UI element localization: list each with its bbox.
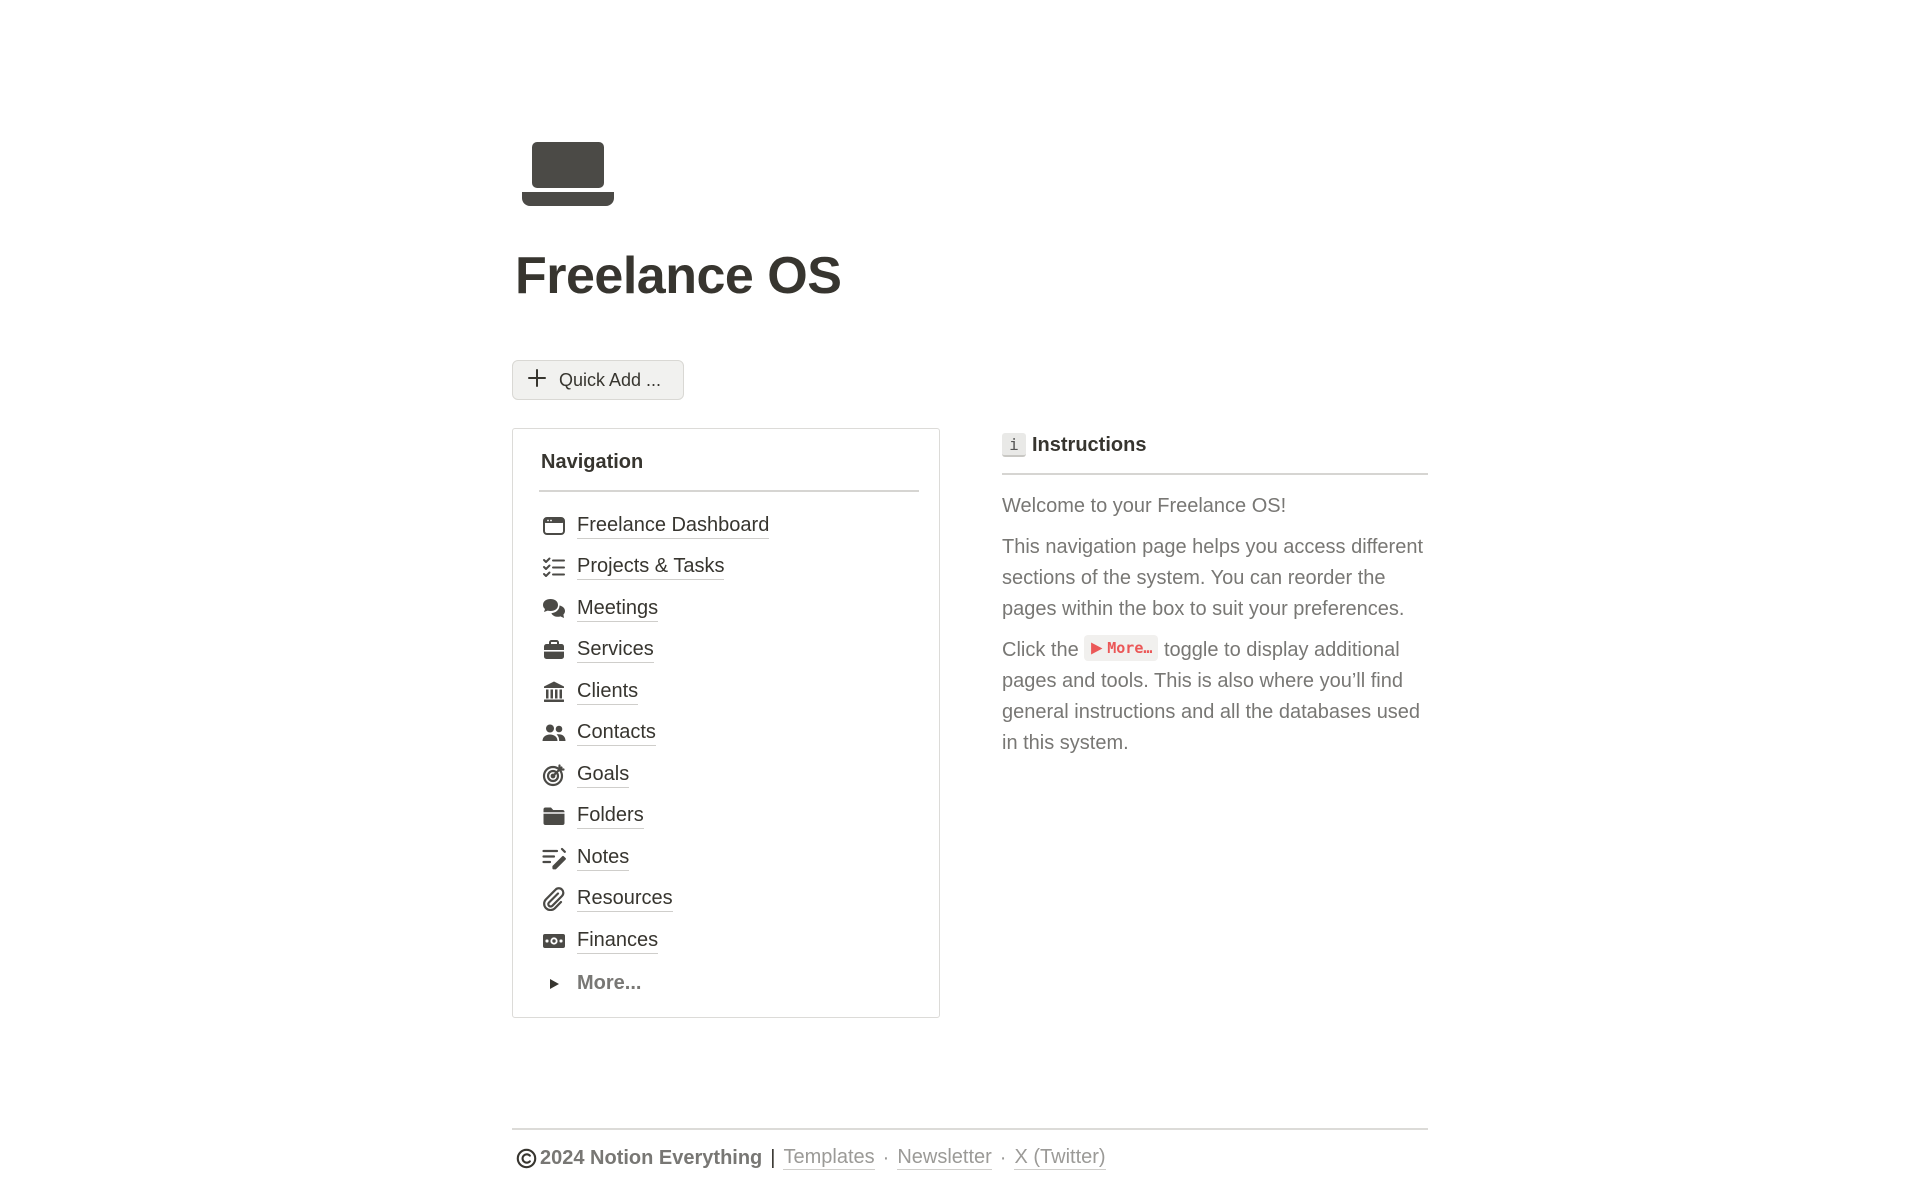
banknote-icon (541, 928, 567, 954)
more-toggle[interactable]: More... (541, 963, 769, 1005)
nav-item-label: Finances (577, 928, 659, 954)
laptop-icon[interactable] (522, 140, 614, 210)
instructions-header: i Instructions (1002, 428, 1428, 462)
nav-item-label: Services (577, 637, 654, 664)
instructions-welcome: Welcome to your Freelance OS! (1002, 494, 1287, 517)
people-icon (541, 720, 567, 746)
inline-code-more: More… (1084, 635, 1159, 661)
nav-item-label: Contacts (577, 720, 656, 747)
nav-item-projects-tasks[interactable]: Projects & Tasks (541, 547, 769, 589)
instructions-paragraph: Click the More… toggle to display additi… (1002, 635, 1428, 759)
checklist-icon (541, 554, 567, 580)
navigation-heading: Navigation (541, 451, 644, 473)
footer-separator: | (770, 1146, 776, 1169)
footer-link-twitter[interactable]: X (Twitter) (1014, 1146, 1106, 1170)
more-toggle-label: More... (577, 972, 642, 994)
instructions-paragraph: This navigation page helps you access di… (1002, 535, 1424, 620)
instructions-title: Instructions (1032, 433, 1147, 456)
folder-icon (541, 803, 567, 829)
quick-add-button[interactable]: Quick Add ... (512, 360, 684, 400)
plus-icon (527, 368, 547, 393)
copyright-text: 2024 Notion Everything (540, 1146, 763, 1169)
briefcase-icon (541, 637, 567, 663)
nav-item-label: Notes (577, 845, 630, 871)
nav-item-goals[interactable]: Goals (541, 754, 769, 796)
target-icon (541, 762, 567, 788)
triangle-right-icon (541, 978, 567, 990)
inline-code-text: More… (1107, 638, 1153, 657)
footer-link-newsletter[interactable]: Newsletter (897, 1146, 992, 1170)
footer-dot: · (999, 1146, 1007, 1169)
divider (1002, 473, 1428, 475)
nav-item-notes[interactable]: Notes (541, 837, 769, 879)
nav-item-services[interactable]: Services (541, 630, 769, 672)
triangle-right-icon (1091, 642, 1103, 654)
footer-link-templates[interactable]: Templates (783, 1146, 875, 1170)
footer: 2024 Notion Everything | Templates · New… (516, 1146, 1106, 1170)
nav-item-meetings[interactable]: Meetings (541, 588, 769, 630)
paperclip-icon (541, 886, 567, 912)
nav-item-clients[interactable]: Clients (541, 671, 769, 713)
bank-building-icon (541, 679, 567, 705)
nav-item-label: Resources (577, 886, 673, 913)
text: Click the (1002, 638, 1085, 661)
copyright-icon (516, 1148, 537, 1168)
footer-dot: · (882, 1146, 890, 1169)
nav-item-resources[interactable]: Resources (541, 879, 769, 921)
nav-item-label: Projects & Tasks (577, 554, 725, 581)
quick-add-label: Quick Add ... (559, 369, 662, 390)
chat-bubbles-icon (541, 596, 567, 622)
nav-item-label: Goals (577, 762, 630, 788)
nav-item-folders[interactable]: Folders (541, 796, 769, 838)
nav-item-label: Freelance Dashboard (577, 513, 770, 539)
divider (539, 490, 919, 492)
nav-item-freelance-dashboard[interactable]: Freelance Dashboard (541, 505, 770, 547)
page-title: Freelance OS (515, 247, 842, 305)
navigation-box: Navigation Freelance Dashboard Projects … (512, 428, 940, 1018)
nav-item-finances[interactable]: Finances (541, 920, 769, 962)
nav-item-contacts[interactable]: Contacts (541, 713, 769, 755)
nav-item-label: Meetings (577, 596, 659, 622)
nav-item-label: Folders (577, 803, 644, 830)
info-badge: i (1002, 433, 1026, 457)
nav-item-label: Clients (577, 679, 639, 705)
instructions-panel: i Instructions Welcome to your Freelance… (1002, 428, 1428, 759)
notes-pencil-icon (541, 845, 567, 871)
navigation-list: Freelance Dashboard Projects & Tasks Mee… (541, 505, 770, 1005)
page-content: Freelance OS Quick Add ... Navigation Fr… (512, 0, 1428, 1199)
footer-divider (512, 1128, 1428, 1130)
copyright: 2024 Notion Everything (516, 1147, 762, 1170)
browser-window-icon (541, 513, 567, 539)
